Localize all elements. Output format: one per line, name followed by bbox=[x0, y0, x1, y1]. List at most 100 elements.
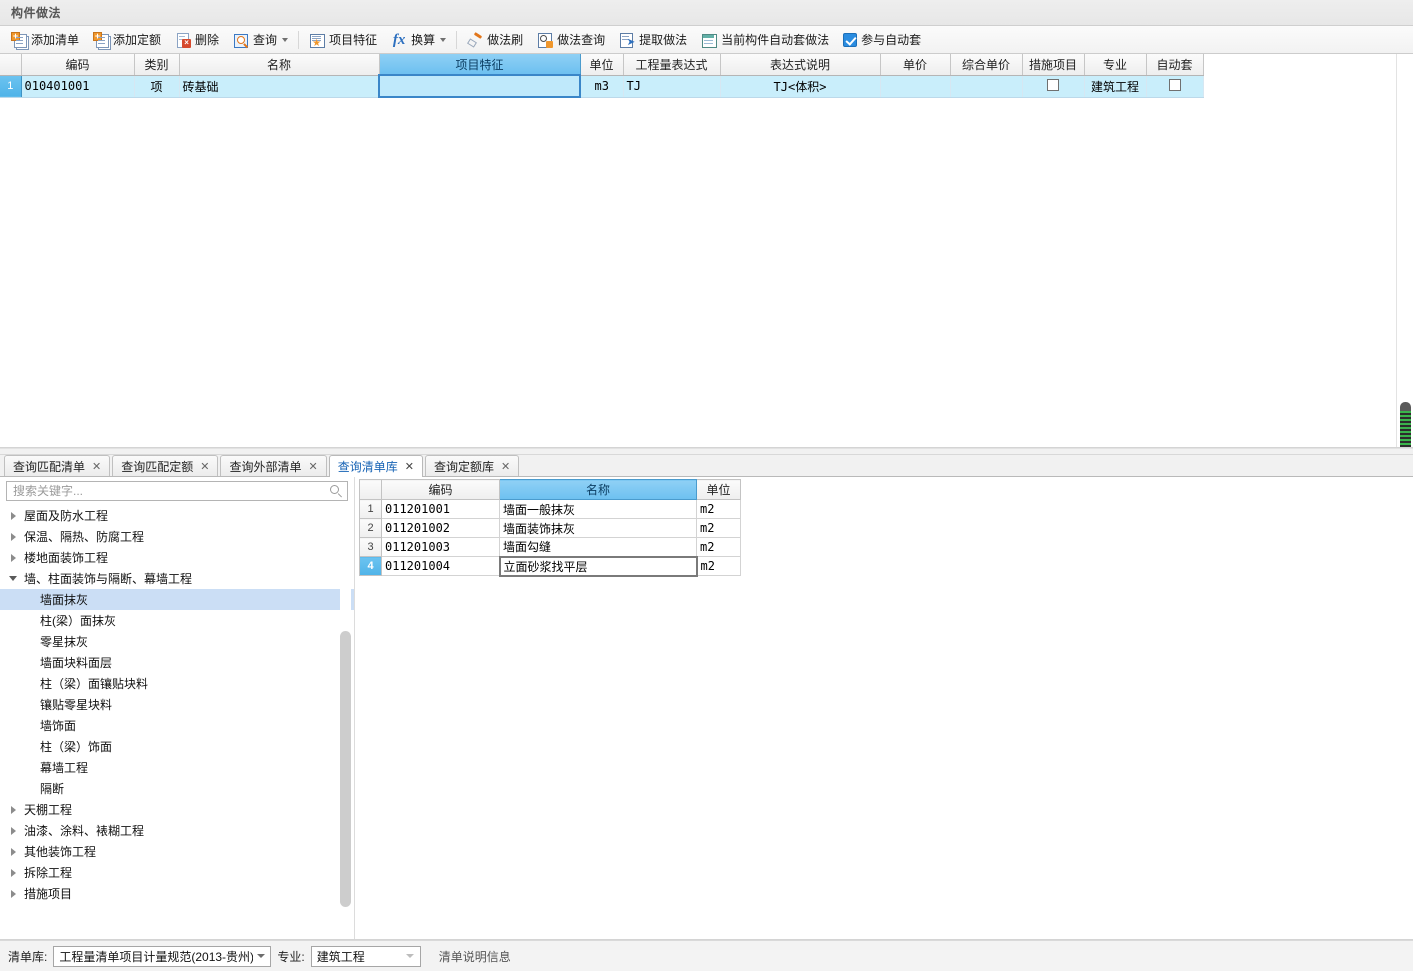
tree-node[interactable]: 柱(梁）面抹灰 bbox=[0, 610, 354, 631]
tree-node-selected[interactable]: 墙面抹灰 bbox=[0, 589, 354, 610]
tree-node[interactable]: 天棚工程 bbox=[0, 799, 354, 820]
col-header-unit[interactable]: 单位 bbox=[580, 54, 624, 76]
col-header-unit[interactable]: 单位 bbox=[696, 479, 741, 500]
tree-node[interactable]: 屋面及防水工程 bbox=[0, 505, 354, 526]
table-row-selected[interactable]: 4 011201004 立面砂浆找平层 m2 bbox=[359, 555, 741, 577]
scrollbar-thumb[interactable] bbox=[1400, 402, 1411, 447]
checkbox-unchecked-icon[interactable] bbox=[1168, 78, 1181, 91]
tree-node[interactable]: 幕墙工程 bbox=[0, 757, 354, 778]
tab-list-library[interactable]: 查询清单库 ✕ bbox=[328, 455, 423, 477]
col-header-sumprice[interactable]: 综合单价 bbox=[950, 54, 1023, 76]
chevron-right-icon[interactable] bbox=[8, 824, 22, 838]
table-row[interactable]: 1 011201001 墙面一般抹灰 m2 bbox=[359, 499, 741, 519]
tree-node[interactable]: 柱（梁）饰面 bbox=[0, 736, 354, 757]
grid-corner-header[interactable] bbox=[359, 479, 382, 500]
cell-name[interactable]: 墙面勾缝 bbox=[499, 537, 697, 557]
tree-node[interactable]: 零星抹灰 bbox=[0, 631, 354, 652]
auto-apply-button[interactable]: 当前构件自动套做法 bbox=[695, 28, 835, 52]
tree-node[interactable]: 保温、隔热、防腐工程 bbox=[0, 526, 354, 547]
major-select[interactable]: 建筑工程 bbox=[310, 945, 421, 967]
cell-name[interactable]: 立面砂浆找平层 bbox=[498, 555, 698, 577]
chevron-down-icon[interactable] bbox=[253, 947, 268, 966]
method-query-button[interactable]: 做法查询 bbox=[531, 28, 611, 52]
chevron-right-icon[interactable] bbox=[8, 551, 22, 565]
query-dropdown-caret-icon[interactable] bbox=[282, 37, 289, 42]
close-icon[interactable]: ✕ bbox=[92, 460, 101, 473]
extract-method-button[interactable]: ➤ 提取做法 bbox=[613, 28, 693, 52]
project-feature-button[interactable]: ★ 项目特征 bbox=[303, 28, 383, 52]
participate-auto-checkbox[interactable]: 参与自动套 bbox=[837, 28, 927, 52]
chevron-right-icon[interactable] bbox=[8, 509, 22, 523]
row-number[interactable]: 3 bbox=[359, 537, 382, 557]
cell-qty-expression[interactable]: TJ bbox=[623, 75, 721, 98]
tree-node[interactable]: 墙面块料面层 bbox=[0, 652, 354, 673]
tab-match-quota[interactable]: 查询匹配定额 ✕ bbox=[112, 455, 219, 476]
cell-name[interactable]: 砖基础 bbox=[179, 75, 380, 98]
tree-node[interactable]: 其他装饰工程 bbox=[0, 841, 354, 862]
cell-unit[interactable]: m2 bbox=[696, 518, 741, 538]
cell-measure-checkbox[interactable] bbox=[1022, 75, 1085, 98]
cell-name[interactable]: 墙面一般抹灰 bbox=[499, 499, 697, 519]
cell-unit[interactable]: m3 bbox=[580, 75, 624, 98]
method-brush-button[interactable]: 做法刷 bbox=[461, 28, 529, 52]
chevron-right-icon[interactable] bbox=[8, 887, 22, 901]
delete-button[interactable]: × 删除 bbox=[169, 28, 225, 52]
col-header-qtyexpr[interactable]: 工程量表达式 bbox=[623, 54, 721, 76]
close-icon[interactable]: ✕ bbox=[308, 460, 317, 473]
tab-external-list[interactable]: 查询外部清单 ✕ bbox=[220, 455, 327, 476]
convert-dropdown-caret-icon[interactable] bbox=[440, 37, 447, 42]
col-header-name[interactable]: 名称 bbox=[179, 54, 380, 76]
tree-node[interactable]: 柱（梁）面镶贴块料 bbox=[0, 673, 354, 694]
row-number[interactable]: 1 bbox=[0, 75, 22, 98]
row-number[interactable]: 2 bbox=[359, 518, 382, 538]
cell-feature[interactable] bbox=[378, 74, 581, 98]
cell-code[interactable]: 010401001 bbox=[21, 75, 135, 98]
search-icon[interactable] bbox=[330, 484, 343, 498]
chevron-down-icon[interactable] bbox=[403, 947, 418, 966]
chevron-right-icon[interactable] bbox=[8, 530, 22, 544]
tab-quota-library[interactable]: 查询定额库 ✕ bbox=[424, 455, 520, 476]
row-number[interactable]: 1 bbox=[359, 499, 382, 519]
cell-major[interactable]: 建筑工程 bbox=[1084, 75, 1147, 98]
grid-corner-header[interactable] bbox=[0, 54, 22, 76]
table-row[interactable]: 1 010401001 项 砖基础 m3 TJ TJ<体积> 建筑工程 bbox=[0, 74, 1204, 98]
table-row[interactable]: 3 011201003 墙面勾缝 m2 bbox=[359, 537, 741, 557]
cell-name[interactable]: 墙面装饰抹灰 bbox=[499, 518, 697, 538]
cell-expression-desc[interactable]: TJ<体积> bbox=[720, 75, 881, 98]
cell-autoset-checkbox[interactable] bbox=[1146, 75, 1204, 98]
close-icon[interactable]: ✕ bbox=[501, 460, 510, 473]
checkbox-checked-icon[interactable] bbox=[843, 32, 858, 47]
cell-sum-price[interactable] bbox=[950, 75, 1023, 98]
tree-node[interactable]: 隔断 bbox=[0, 778, 354, 799]
tree-node[interactable]: 墙饰面 bbox=[0, 715, 354, 736]
checkbox-unchecked-icon[interactable] bbox=[1047, 78, 1059, 91]
scrollbar-thumb[interactable] bbox=[340, 631, 351, 907]
search-box[interactable] bbox=[6, 481, 348, 501]
tree-node[interactable]: 镶贴零星块料 bbox=[0, 694, 354, 715]
tree-node[interactable]: 拆除工程 bbox=[0, 862, 354, 883]
cell-unit[interactable]: m2 bbox=[696, 537, 741, 557]
col-header-price[interactable]: 单价 bbox=[880, 54, 951, 76]
col-header-autoset[interactable]: 自动套 bbox=[1146, 54, 1204, 76]
col-header-name[interactable]: 名称 bbox=[499, 479, 697, 500]
grid-vertical-scrollbar[interactable] bbox=[1396, 54, 1413, 447]
chevron-right-icon[interactable] bbox=[8, 866, 22, 880]
tree-vertical-scrollbar[interactable] bbox=[340, 503, 351, 935]
col-header-major[interactable]: 专业 bbox=[1084, 54, 1147, 76]
row-number[interactable]: 4 bbox=[359, 556, 382, 576]
tree-node[interactable]: 措施项目 bbox=[0, 883, 354, 904]
chevron-right-icon[interactable] bbox=[8, 803, 22, 817]
add-quota-button[interactable]: + 添加定额 bbox=[87, 28, 167, 52]
query-button[interactable]: 查询 bbox=[227, 28, 294, 52]
col-header-code[interactable]: 编码 bbox=[21, 54, 135, 76]
tree-node[interactable]: 油漆、涂料、裱糊工程 bbox=[0, 820, 354, 841]
col-header-feature[interactable]: 项目特征 bbox=[379, 54, 581, 76]
cell-unit[interactable]: m2 bbox=[696, 499, 741, 519]
chevron-right-icon[interactable] bbox=[8, 845, 22, 859]
cell-code[interactable]: 011201003 bbox=[381, 537, 500, 557]
tree-node[interactable]: 楼地面装饰工程 bbox=[0, 547, 354, 568]
horizontal-splitter[interactable] bbox=[0, 448, 1413, 455]
col-header-exprdesc[interactable]: 表达式说明 bbox=[720, 54, 881, 76]
col-header-measure[interactable]: 措施项目 bbox=[1022, 54, 1085, 76]
cell-type[interactable]: 项 bbox=[134, 75, 180, 98]
